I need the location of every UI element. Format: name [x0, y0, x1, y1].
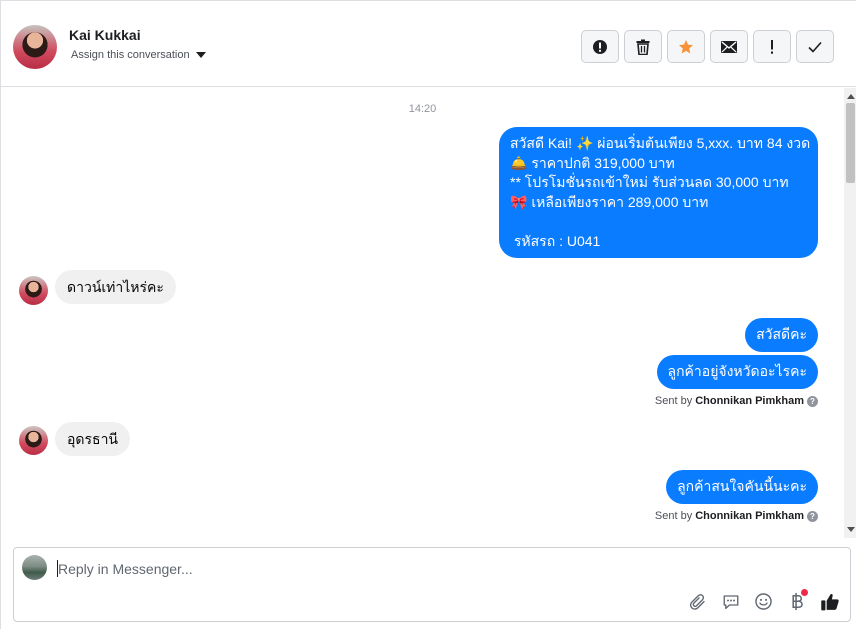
incoming-message[interactable]: ดาวน์เท่าไหร่คะ [55, 270, 176, 304]
outgoing-message[interactable]: สวัสดีคะ [745, 318, 818, 352]
assign-conversation-dropdown[interactable]: Assign this conversation [71, 49, 206, 61]
incoming-message[interactable]: อุดรธานี [55, 422, 130, 456]
conversation-header: Kai Kukkai Assign this conversation [1, 1, 856, 87]
sent-by-prefix: Sent by [654, 510, 693, 522]
help-icon[interactable]: ? [807, 395, 818, 407]
saved-reply-button[interactable] [720, 591, 741, 612]
contact-avatar[interactable] [13, 25, 57, 69]
outgoing-message[interactable]: ลูกค้าสนใจคันนี้นะคะ [666, 470, 818, 504]
star-button[interactable] [667, 30, 705, 63]
outgoing-message[interactable]: ลูกค้าอยู่จังหวัดอะไรคะ [656, 355, 818, 389]
contact-name[interactable]: Kai Kukkai [69, 27, 141, 43]
outgoing-promo-message[interactable]: สวัสดี Kai! ✨ ผ่อนเริ่มต้นเพียง 5,xxx. บ… [499, 127, 818, 258]
promo-line: สวัสดี Kai! ✨ ผ่อนเริ่มต้นเพียง 5,xxx. บ… [510, 135, 811, 151]
sent-by-label: Sent by Chonnikan Pimkham ? [655, 395, 818, 407]
scrollbar-thumb[interactable] [846, 103, 855, 183]
sent-by-prefix: Sent by [654, 395, 693, 407]
emoji-icon [755, 593, 772, 610]
payment-button[interactable] [786, 589, 808, 612]
exclamation-icon [771, 39, 773, 54]
mark-done-button[interactable] [796, 30, 834, 63]
star-icon [679, 39, 693, 54]
paperclip-icon [689, 593, 705, 610]
sent-by-name: Chonnikan Pimkham [695, 510, 804, 522]
checkmark-icon [808, 41, 822, 53]
sender-avatar [19, 426, 48, 455]
notification-dot [801, 589, 808, 596]
caret-down-icon [195, 52, 206, 58]
message-timestamp: 14:20 [408, 103, 437, 115]
envelope-icon [721, 40, 737, 53]
help-icon[interactable]: ? [807, 510, 818, 522]
promo-line: ** โปรโมชั่นรถเข้าใหม่ รับส่วนลด 30,000 … [510, 174, 789, 190]
scroll-down-arrow-icon[interactable] [847, 527, 855, 532]
attach-button[interactable] [687, 591, 708, 612]
saved-reply-icon [723, 594, 738, 609]
reply-input[interactable] [58, 559, 658, 579]
mark-spam-button[interactable] [581, 30, 619, 63]
sent-by-name: Chonnikan Pimkham [695, 395, 804, 407]
composer-tools [687, 589, 840, 612]
header-actions [581, 30, 834, 63]
sent-by-label: Sent by Chonnikan Pimkham ? [655, 510, 818, 522]
trash-icon [636, 39, 650, 55]
page-avatar [22, 555, 47, 580]
like-button[interactable] [819, 591, 840, 612]
follow-up-button[interactable] [753, 30, 791, 63]
like-icon [820, 593, 839, 610]
scroll-up-arrow-icon[interactable] [847, 94, 855, 99]
messenger-inbox-panel: Kai Kukkai Assign this conversation 14:2… [0, 0, 856, 629]
message-thread: 14:20 สวัสดี Kai! ✨ ผ่อนเริ่มต้นเพียง 5,… [1, 88, 844, 538]
delete-button[interactable] [624, 30, 662, 63]
promo-line: 🎀 เหลือเพียงราคา 289,000 บาท [510, 193, 709, 210]
promo-line: รหัสรถ : U041 [510, 232, 601, 249]
mark-unread-button[interactable] [710, 30, 748, 63]
promo-line: 🛎️ ราคาปกติ 319,000 บาท [510, 154, 675, 171]
sender-avatar [19, 276, 48, 305]
assign-label: Assign this conversation [71, 49, 190, 61]
thread-scrollbar[interactable] [844, 88, 856, 538]
alert-circle-icon [593, 39, 607, 54]
emoji-button[interactable] [753, 591, 774, 612]
promo-line [510, 212, 807, 232]
reply-composer [13, 547, 851, 622]
